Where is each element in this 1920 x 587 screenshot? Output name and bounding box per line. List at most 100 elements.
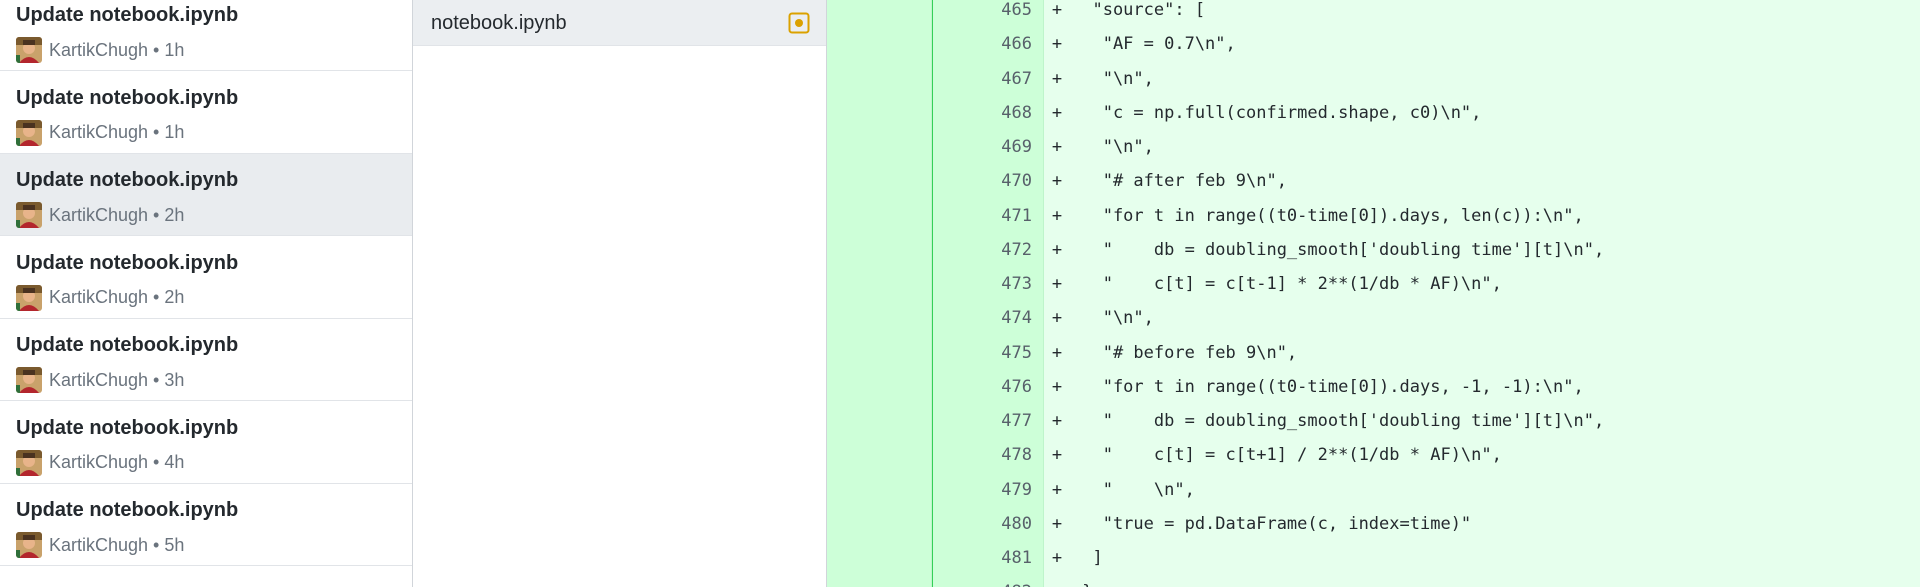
commit-item[interactable]: Update notebook.ipynb KartikChugh • 3h: [0, 319, 412, 401]
commit-title: Update notebook.ipynb: [16, 334, 239, 356]
commit-meta: KartikChugh • 5h: [16, 532, 184, 558]
changed-files-panel: notebook.ipynb: [413, 0, 827, 587]
line-number: 476: [1001, 376, 1032, 397]
code-text: "for t in range((t0-time[0]).days, -1, -…: [1072, 376, 1584, 397]
diff-line-added: 479 + " \n",: [827, 473, 1920, 507]
diff-line-added: 475 + "# before feb 9\n",: [827, 336, 1920, 370]
commit-history-list[interactable]: Update notebook.ipynb KartikChugh • 1h Upd…: [0, 0, 413, 587]
commit-item[interactable]: Update notebook.ipynb KartikChugh • 1h: [0, 0, 412, 71]
code-text: " c[t] = c[t+1] / 2**(1/db * AF)\n",: [1072, 445, 1502, 466]
commit-author-time: KartikChugh • 3h: [49, 369, 185, 390]
commit-author-time: KartikChugh • 2h: [49, 287, 185, 307]
line-number: 482: [932, 575, 1032, 587]
added-marker: +: [1051, 0, 1063, 20]
code-text: "\n",: [1072, 308, 1154, 329]
added-marker: +: [1045, 575, 1069, 587]
added-marker: +: [1051, 308, 1063, 329]
added-marker: +: [1051, 171, 1063, 192]
diff-line-added: 474 + "\n",: [827, 301, 1920, 335]
added-marker: +: [1051, 102, 1063, 123]
commit-author-time: KartikChugh • 5h: [49, 534, 185, 555]
code-text: "source": [: [1072, 0, 1206, 20]
commit-author-time: KartikChugh • 1h: [49, 122, 185, 142]
avatar-icon: [16, 367, 42, 393]
diff-line-added: 476 + "for t in range((t0-time[0]).days, …: [827, 370, 1920, 404]
code-text: " c[t] = c[t-1] * 2**(1/db * AF)\n",: [1072, 274, 1502, 294]
commit-author-time: KartikChugh • 2h: [49, 204, 185, 225]
added-marker: +: [1051, 548, 1063, 568]
line-number: 475: [1001, 342, 1032, 363]
diff-line-added: 473 + " c[t] = c[t-1] * 2**(1/db * AF)\n"…: [827, 267, 1920, 301]
code-text: ]: [1072, 548, 1103, 568]
avatar-icon: [16, 449, 42, 476]
commit-title: Update notebook.ipynb: [16, 499, 239, 521]
line-number: 469: [1001, 137, 1032, 157]
commit-item[interactable]: Update notebook.ipynb KartikChugh • 1h: [0, 71, 412, 154]
changed-file-row[interactable]: notebook.ipynb: [413, 0, 826, 46]
added-marker: +: [1051, 376, 1063, 397]
commit-meta: KartikChugh • 2h: [16, 202, 184, 228]
diff-line-added: 478 + " c[t] = c[t+1] / 2**(1/db * AF)\n"…: [827, 438, 1920, 472]
added-marker: +: [1051, 342, 1063, 363]
code-text: "AF = 0.7\n",: [1072, 34, 1236, 55]
line-number: 480: [1001, 513, 1032, 534]
line-number: 466: [1001, 34, 1032, 55]
line-number: 468: [1001, 102, 1032, 123]
code-text: "# before feb 9\n",: [1072, 342, 1298, 363]
added-marker: +: [1051, 513, 1063, 534]
added-marker: +: [1051, 239, 1063, 260]
diff-line-added: 480 + "true = pd.DataFrame(c, index=time)…: [827, 507, 1920, 541]
commit-meta: KartikChugh • 2h: [16, 284, 185, 311]
added-marker: +: [1051, 68, 1063, 89]
code-text: "\n",: [1072, 68, 1154, 89]
diff-line-added: 477 + " db = doubling_smooth['doubling ti…: [827, 404, 1920, 438]
avatar-icon: [16, 37, 42, 63]
line-number: 470: [1001, 171, 1032, 192]
commit-meta: KartikChugh • 4h: [16, 449, 184, 476]
commit-item[interactable]: Update notebook.ipynb KartikChugh • 4h: [0, 401, 412, 484]
added-marker: +: [1051, 205, 1063, 226]
code-text: "\n",: [1072, 137, 1154, 157]
line-number: 472: [1001, 239, 1032, 260]
line-number: 467: [1001, 68, 1032, 89]
code-text: " \n",: [1072, 479, 1195, 500]
avatar-icon: [16, 532, 42, 558]
diff-line-added: 465 + "source": [: [827, 0, 1920, 27]
diff-line-added: 472 + " db = doubling_smooth['doubling ti…: [827, 233, 1920, 267]
added-marker: +: [1051, 274, 1063, 294]
commit-item[interactable]: Update notebook.ipynb KartikChugh • 2h: [0, 154, 412, 236]
line-number: 465: [1001, 0, 1032, 20]
diff-line-added: 469 + "\n",: [827, 130, 1920, 164]
commit-title: Update notebook.ipynb: [16, 86, 239, 109]
diff-line-added: 471 + "for t in range((t0-time[0]).days, …: [827, 199, 1920, 233]
added-marker: +: [1051, 479, 1063, 500]
commit-item[interactable]: Update notebook.ipynb KartikChugh • 2h: [0, 236, 412, 319]
added-marker: +: [1051, 445, 1063, 466]
diff-line-added: 468 + "c = np.full(confirmed.shape, c0)\n…: [827, 96, 1920, 130]
code-text: "# after feb 9\n",: [1072, 171, 1287, 192]
code-text: },: [1072, 575, 1102, 587]
line-number: 471: [1001, 205, 1032, 226]
code-text: " db = doubling_smooth['doubling time'][…: [1072, 411, 1605, 431]
commit-title: Update notebook.ipynb: [16, 169, 239, 191]
code-text: " db = doubling_smooth['doubling time'][…: [1072, 239, 1605, 260]
added-marker: +: [1051, 34, 1063, 55]
diff-line-added: 481 + ]: [827, 541, 1920, 575]
diff-line-added: 482 + },: [827, 575, 1920, 587]
avatar-icon: [16, 284, 42, 311]
diff-view[interactable]: 465 + "source": [ 466 + "AF = 0.7\n", 467 + "…: [827, 0, 1920, 587]
commit-title: Update notebook.ipynb: [16, 416, 239, 439]
line-number: 474: [1001, 308, 1032, 329]
line-number: 479: [1001, 479, 1032, 500]
avatar-icon: [16, 202, 42, 228]
commit-title: Update notebook.ipynb: [16, 251, 239, 274]
commit-author-time: KartikChugh • 1h: [49, 39, 185, 60]
commit-item[interactable]: Update notebook.ipynb KartikChugh • 5h: [0, 484, 412, 566]
line-number: 473: [1001, 274, 1032, 294]
commit-meta: KartikChugh • 1h: [16, 37, 184, 63]
modified-icon: [788, 12, 810, 34]
commit-meta: KartikChugh • 1h: [16, 119, 185, 146]
diff-line-added: 467 + "\n",: [827, 62, 1920, 96]
commit-title: Update notebook.ipynb: [16, 4, 239, 26]
added-marker: +: [1051, 411, 1063, 431]
